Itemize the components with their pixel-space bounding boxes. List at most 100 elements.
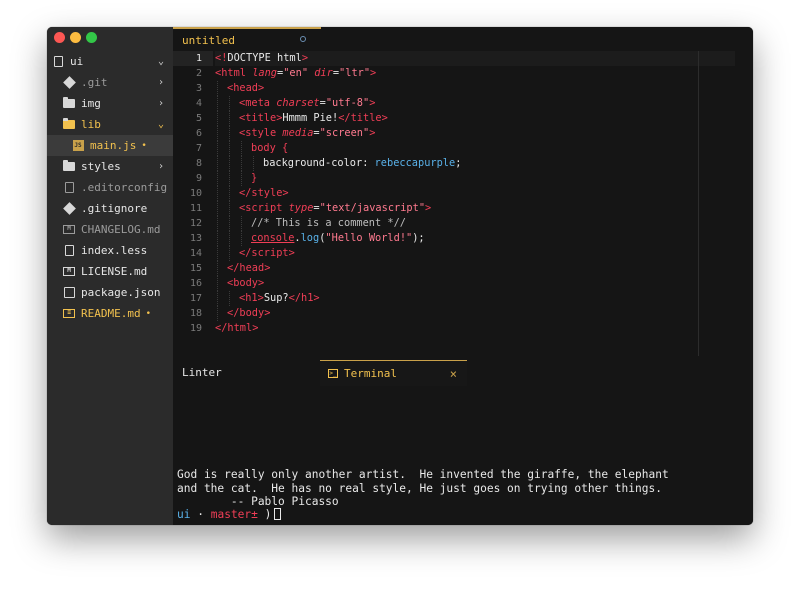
terminal-prompt[interactable]: ui · master± ) — [177, 508, 282, 521]
line-number: 19 — [189, 323, 202, 334]
code-line: //* This is a comment *// — [215, 216, 735, 231]
code-line: </style> — [215, 186, 735, 201]
file-tree: ui ⌄ .git › img › lib ⌄ JS main.js • sty… — [47, 51, 173, 324]
code-line: <title>Hmmm Pie!</title> — [215, 111, 735, 126]
code-line: <body> — [215, 276, 735, 291]
js-file-icon: JS — [72, 140, 84, 151]
tree-item-readme[interactable]: ≡ README.md • — [47, 303, 173, 324]
line-number: 2 — [195, 68, 202, 79]
wrap-guide — [698, 51, 699, 356]
code-line: </body> — [215, 306, 735, 321]
line-number: 5 — [195, 113, 202, 124]
tab-untitled[interactable]: untitled — [173, 27, 321, 51]
tree-item-label: img — [81, 97, 101, 110]
line-number: 6 — [195, 128, 202, 139]
tree-item-changelog[interactable]: M CHANGELOG.md — [47, 219, 173, 240]
prompt-end: ) — [264, 508, 272, 521]
chevron-right-icon: › — [157, 161, 164, 172]
chevron-right-icon: › — [157, 77, 164, 88]
tree-item-main-js[interactable]: JS main.js • — [47, 135, 173, 156]
modified-indicator: • — [145, 308, 152, 319]
minimize-window-button[interactable] — [70, 32, 81, 43]
line-number: 17 — [189, 293, 202, 304]
line-number: 3 — [195, 83, 202, 94]
code-editor[interactable]: <!DOCTYPE html> <html lang="en" dir="ltr… — [215, 51, 735, 356]
line-number: 9 — [195, 173, 202, 184]
code-line: body { — [215, 141, 735, 156]
tree-item-index-less[interactable]: index.less — [47, 240, 173, 261]
terminal-output-line: God is really only another artist. He in… — [177, 468, 669, 481]
terminal-output-line: and the cat. He has no real style, He ju… — [177, 482, 662, 495]
git-icon — [62, 202, 76, 215]
code-line: <html lang="en" dir="ltr"> — [215, 67, 377, 79]
line-number: 1 — [173, 51, 213, 66]
tree-view-sidebar: ui ⌄ .git › img › lib ⌄ JS main.js • sty… — [47, 27, 173, 525]
editorconfig-icon — [63, 182, 75, 194]
tree-item-label: main.js — [90, 139, 137, 152]
code-line: <!DOCTYPE html> — [215, 51, 735, 66]
editor-window: ui ⌄ .git › img › lib ⌄ JS main.js • sty… — [47, 27, 753, 525]
css-icon — [63, 245, 75, 257]
close-icon[interactable]: × — [450, 361, 457, 387]
tree-item-label: package.json — [81, 286, 161, 299]
tree-item-gitignore[interactable]: .gitignore — [47, 198, 173, 219]
line-number: 14 — [189, 248, 202, 259]
window-controls — [54, 32, 97, 43]
tree-item-label: .editorconfig — [81, 181, 168, 194]
tree-item-label: .gitignore — [81, 202, 148, 215]
tree-item-lib[interactable]: lib ⌄ — [47, 114, 173, 135]
code-line: <h1>Sup?</h1> — [215, 291, 735, 306]
tree-item-label: LICENSE.md — [81, 265, 148, 278]
tree-item-styles[interactable]: styles › — [47, 156, 173, 177]
tree-item-editorconfig[interactable]: .editorconfig — [47, 177, 173, 198]
bottom-panel-tabs: Linter >_ Terminal × — [173, 360, 753, 386]
folder-icon — [63, 97, 75, 110]
tree-item-label: index.less — [81, 244, 148, 257]
terminal-icon: >_ — [328, 369, 338, 378]
prompt-separator: · — [197, 508, 204, 521]
tree-item-img[interactable]: img › — [47, 93, 173, 114]
line-number: 8 — [195, 158, 202, 169]
code-line: </script> — [215, 246, 735, 261]
tree-root-label: ui — [70, 55, 84, 68]
line-number: 13 — [189, 233, 202, 244]
editor-tab-bar: untitled — [173, 27, 753, 51]
line-number: 11 — [189, 203, 202, 214]
code-line: console.log("Hello World!"); — [215, 231, 735, 246]
code-line: </head> — [215, 261, 735, 276]
tab-title: untitled — [182, 34, 235, 47]
markdown-icon: M — [63, 224, 75, 236]
code-line: <style media="screen"> — [215, 126, 735, 141]
tree-item-label: .git — [81, 76, 108, 89]
line-number: 15 — [189, 263, 202, 274]
tree-item-license[interactable]: M LICENSE.md — [47, 261, 173, 282]
git-icon — [62, 76, 76, 89]
code-line: } — [215, 171, 735, 186]
prompt-directory: ui — [177, 508, 191, 521]
modified-indicator: • — [141, 140, 147, 151]
markdown-icon: M — [63, 266, 75, 278]
code-line: <meta charset="utf-8"> — [215, 96, 735, 111]
json-icon — [63, 287, 75, 299]
tree-item-git[interactable]: .git › — [47, 72, 173, 93]
tree-item-label: lib — [81, 118, 101, 131]
folder-icon — [63, 160, 75, 173]
zoom-window-button[interactable] — [86, 32, 97, 43]
tree-root-ui[interactable]: ui ⌄ — [47, 51, 173, 72]
tree-item-label: styles — [81, 160, 121, 173]
line-number: 18 — [189, 308, 202, 319]
code-line: </html> — [215, 322, 259, 334]
terminal-tab-label: Terminal — [344, 367, 397, 380]
chevron-down-icon: ⌄ — [157, 56, 164, 67]
terminal-panel[interactable]: God is really only another artist. He in… — [173, 387, 753, 525]
readme-icon: ≡ — [63, 308, 75, 320]
close-window-button[interactable] — [54, 32, 65, 43]
chevron-down-icon: ⌄ — [157, 119, 164, 130]
terminal-output-line: -- Pablo Picasso — [177, 495, 339, 508]
tree-item-package-json[interactable]: package.json — [47, 282, 173, 303]
terminal-cursor — [274, 508, 282, 520]
tab-linter[interactable]: Linter — [182, 360, 222, 386]
unsaved-indicator-icon[interactable] — [300, 36, 306, 42]
tab-terminal[interactable]: >_ Terminal × — [320, 360, 467, 386]
folder-icon — [63, 118, 75, 131]
